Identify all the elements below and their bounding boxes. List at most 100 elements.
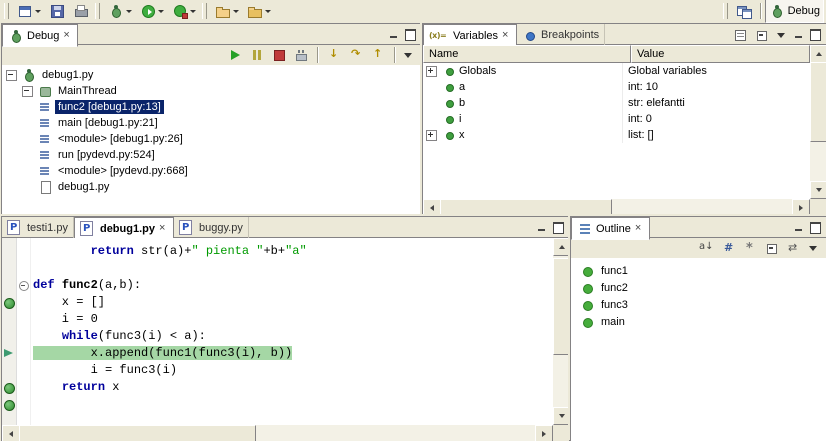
variables-horizontal-scrollbar[interactable] [423, 199, 810, 215]
outline-item[interactable]: main [571, 313, 826, 330]
open-folder-button[interactable] [211, 0, 243, 23]
step-return-button[interactable] [368, 45, 388, 65]
closed-folder-button[interactable] [243, 0, 275, 23]
tree-item[interactable]: MainThread [2, 83, 421, 99]
toolbar-grip[interactable] [95, 3, 100, 19]
debug-perspective-button[interactable]: Debug [765, 0, 824, 23]
collapse-all-button[interactable] [762, 238, 782, 258]
hide-imports-button[interactable] [740, 238, 760, 258]
tree-expander[interactable] [426, 130, 437, 141]
debug-button[interactable] [104, 0, 136, 23]
tree-expander[interactable] [22, 86, 33, 97]
editor-tab-testi1-py[interactable]: testi1.py [2, 217, 74, 238]
resume-button[interactable] [225, 45, 245, 65]
tree-item[interactable]: debug1.py [2, 67, 421, 83]
toolbar-grip[interactable] [723, 3, 728, 19]
close-icon[interactable] [158, 223, 168, 235]
print-button[interactable] [69, 0, 93, 23]
tab-debug[interactable]: Debug [2, 24, 78, 47]
stack-frame-icon [38, 164, 52, 178]
new-wizard-button[interactable] [13, 0, 45, 23]
maximize-button[interactable] [551, 221, 566, 235]
collapse-fold-icon[interactable] [19, 281, 29, 291]
code-editor[interactable]: return str(a)+" pienta "+b+"a"def func2(… [2, 238, 553, 425]
tree-item[interactable]: <module> [debug1.py:26] [2, 131, 421, 147]
view-menu-button[interactable] [401, 45, 416, 65]
scroll-up-button[interactable] [810, 45, 826, 63]
table-row[interactable]: GlobalsGlobal variables [423, 63, 810, 79]
code-token [55, 278, 62, 292]
close-icon[interactable] [634, 223, 644, 235]
terminate-button[interactable] [269, 45, 289, 65]
link-with-editor-button[interactable] [784, 238, 804, 258]
scrollbar-thumb[interactable] [19, 425, 256, 441]
tree-item[interactable]: run [pydevd.py:524] [2, 147, 421, 163]
view-menu-button[interactable] [806, 238, 821, 258]
maximize-button[interactable] [808, 221, 823, 235]
annotation-gutter[interactable] [2, 238, 17, 425]
minimize-button[interactable] [791, 221, 806, 235]
maximize-button[interactable] [808, 28, 823, 42]
minimize-icon [794, 223, 803, 232]
minimize-button[interactable] [386, 28, 401, 42]
column-header-value[interactable]: Value [631, 45, 810, 63]
code-area[interactable]: return str(a)+" pienta "+b+"a"def func2(… [31, 238, 553, 425]
disconnect-button[interactable] [291, 45, 311, 65]
table-row[interactable]: aint: 10 [423, 79, 810, 95]
editor-tab-debug1-py[interactable]: debug1.py [74, 217, 174, 240]
tab-variables[interactable]: Variables [423, 24, 517, 47]
column-header-name[interactable]: Name [423, 45, 631, 63]
breakpoint-icon[interactable] [4, 298, 15, 309]
code-line-text: i = 0 [33, 312, 98, 326]
close-icon[interactable] [62, 30, 72, 42]
table-row[interactable]: iint: 0 [423, 111, 810, 127]
variables-vertical-scrollbar[interactable] [810, 45, 826, 199]
outline-item[interactable]: func2 [571, 279, 826, 296]
editor-horizontal-scrollbar[interactable] [2, 425, 553, 441]
sort-az-button[interactable] [696, 238, 716, 258]
minimize-button[interactable] [791, 28, 806, 42]
scroll-down-button[interactable] [810, 181, 826, 199]
editor-vertical-scrollbar[interactable] [553, 238, 569, 425]
view-menu-button[interactable] [774, 25, 789, 45]
dropdown-caret-icon [265, 10, 271, 13]
breakpoint-icon[interactable] [4, 383, 15, 394]
sash-bottom-vertical[interactable] [568, 216, 570, 440]
editor-tab-buggy-py[interactable]: buggy.py [174, 217, 249, 238]
toolbar-grip[interactable] [4, 3, 9, 19]
minimize-button[interactable] [534, 221, 549, 235]
outline-item[interactable]: func3 [571, 296, 826, 313]
tree-item[interactable]: <module> [pydevd.py:668] [2, 163, 421, 179]
table-row[interactable]: bstr: elefantti [423, 95, 810, 111]
sash-horizontal[interactable] [0, 214, 826, 216]
sash-top-vertical[interactable] [420, 23, 422, 214]
step-into-button[interactable] [324, 45, 344, 65]
scroll-right-button[interactable] [535, 425, 553, 441]
suspend-button[interactable] [247, 45, 267, 65]
maximize-button[interactable] [403, 28, 418, 42]
run-button[interactable] [136, 0, 168, 23]
toolbar-grip[interactable] [202, 3, 207, 19]
hide-comments-button[interactable] [718, 238, 738, 258]
variables-toolbar [730, 26, 789, 44]
external-tools-button[interactable] [168, 0, 200, 23]
close-icon[interactable] [501, 30, 511, 42]
table-row[interactable]: xlist: [] [423, 127, 810, 143]
tree-expander[interactable] [6, 70, 17, 81]
tree-item[interactable]: debug1.py [2, 179, 421, 195]
show-type-names-button[interactable] [730, 25, 750, 45]
tab-outline[interactable]: Outline [571, 217, 650, 240]
tab-breakpoints[interactable]: Breakpoints [517, 24, 605, 45]
scrollbar-thumb[interactable] [810, 62, 826, 142]
tree-expander[interactable] [426, 66, 437, 77]
tree-item[interactable]: main [debug1.py:21] [2, 115, 421, 131]
outline-item[interactable]: func1 [571, 262, 826, 279]
fold-gutter[interactable] [17, 238, 31, 425]
step-over-button[interactable] [346, 45, 366, 65]
tree-item[interactable]: func2 [debug1.py:13] [2, 99, 421, 115]
save-button[interactable] [45, 0, 69, 23]
collapse-all-button[interactable] [752, 25, 772, 45]
scroll-left-button[interactable] [2, 425, 20, 441]
open-perspective-button[interactable] [732, 0, 756, 23]
breakpoint-icon[interactable] [4, 400, 15, 411]
